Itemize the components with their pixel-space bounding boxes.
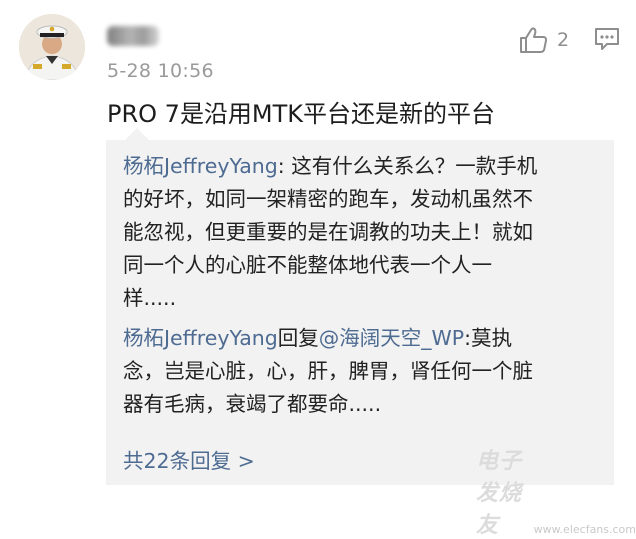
reply-word: 回复 <box>277 326 319 350</box>
watermark-url: www.elecfans.com <box>533 523 636 536</box>
reply-line: 的好坏，如同一架精密的跑车，发动机虽然不 <box>123 187 533 211</box>
username-blurred[interactable] <box>107 26 159 46</box>
avatar-image <box>19 14 85 80</box>
reply-author-link[interactable]: 杨柘JeffreyYang <box>123 154 278 178</box>
comment-icon <box>595 28 619 50</box>
reply-line: 能忽视，但更重要的是在调教的功夫上！就如 <box>123 220 533 244</box>
watermark-text: 电子发烧友 <box>476 449 523 538</box>
like-count: 2 <box>557 29 570 51</box>
reply-line: 样..... <box>123 286 177 310</box>
replies-container: 杨柘JeffreyYang: 这有什么关系么？一款手机 的好坏，如同一架精密的跑… <box>106 140 614 485</box>
post-timestamp: 5-28 10:56 <box>107 60 214 82</box>
reply-author-link[interactable]: 杨柘JeffreyYang <box>123 326 278 350</box>
reply-item: 杨柘JeffreyYang: 这有什么关系么？一款手机 的好坏，如同一架精密的跑… <box>123 150 603 315</box>
like-button[interactable]: 2 <box>519 26 569 54</box>
reply-line: 这有什么关系么？一款手机 <box>291 154 538 178</box>
reply-line: 同一个人的心脏不能整体地代表一个人一 <box>123 253 492 277</box>
avatar[interactable] <box>19 14 85 80</box>
reply-line: 器有毛病，衰竭了都要命..... <box>123 392 382 416</box>
comment-button[interactable] <box>594 27 620 55</box>
watermark: 电子发烧友 www.elecfans.com <box>476 443 636 539</box>
comment-text: PRO 7是沿用MTK平台还是新的平台 <box>107 100 496 128</box>
reply-line: 念，岂是心脏，心，肝，脾胃，肾任何一个脏 <box>123 359 533 383</box>
reply-item: 杨柘JeffreyYang回复@海阔天空_WP:莫执 念，岂是心脏，心，肝，脾胃… <box>123 322 603 421</box>
reply-separator: : <box>277 154 292 178</box>
view-more-replies-link[interactable]: 共22条回复 > <box>123 444 255 474</box>
reply-box-pointer <box>125 128 149 140</box>
reply-line: 莫执 <box>471 326 513 350</box>
mention-link[interactable]: @海阔天空_WP <box>319 326 464 350</box>
thumbs-up-icon <box>520 27 548 53</box>
